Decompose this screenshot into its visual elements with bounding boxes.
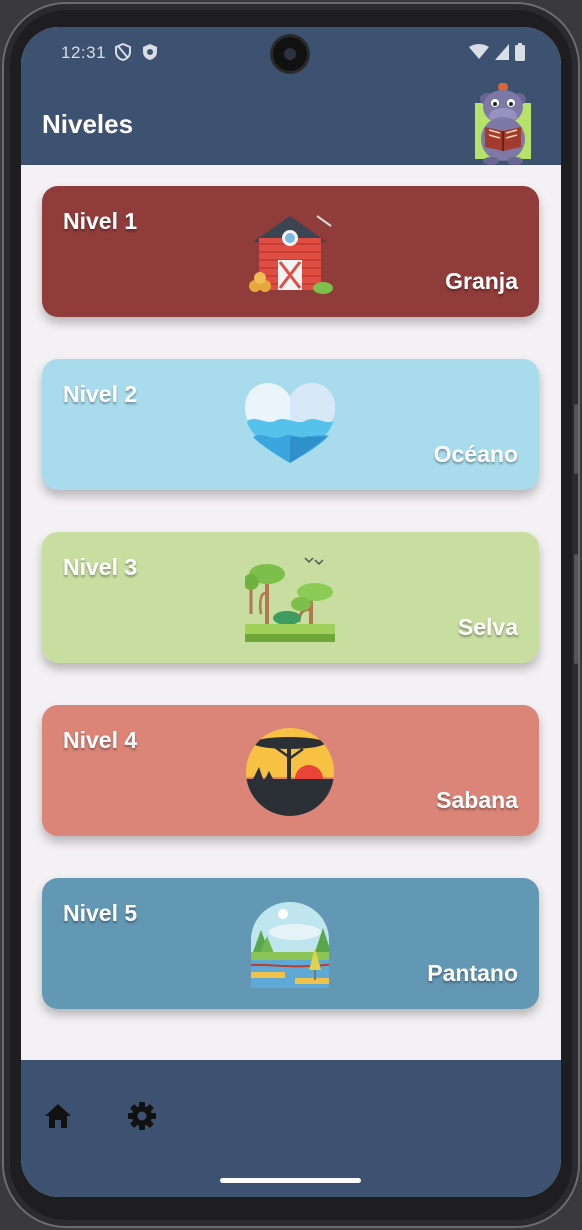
levels-list: Nivel 1 Granja Nivel 2 Océano Nivel 3 Se… xyxy=(21,165,561,1060)
swamp-landscape-icon xyxy=(251,902,329,988)
level-number: Nivel 5 xyxy=(63,900,138,926)
level-name: Sabana xyxy=(436,787,518,813)
ocean-heart-icon xyxy=(245,383,335,463)
level-card-1[interactable]: Nivel 1 Granja xyxy=(42,186,539,317)
level-name: Pantano xyxy=(427,960,518,986)
power-button xyxy=(574,554,578,664)
shield-outline-icon xyxy=(115,43,131,61)
level-number: Nivel 2 xyxy=(63,381,138,407)
barn-icon xyxy=(249,215,333,294)
jungle-trees-icon xyxy=(245,557,335,642)
volume-button xyxy=(574,404,578,474)
level-name: Granja xyxy=(445,268,518,294)
level-name: Océano xyxy=(433,441,518,467)
level-card-2[interactable]: Nivel 2 Océano xyxy=(42,359,539,490)
shield-check-icon xyxy=(143,44,157,60)
level-name: Selva xyxy=(457,614,518,640)
app-bar: Niveles xyxy=(21,83,561,165)
home-icon[interactable] xyxy=(43,1102,73,1130)
front-camera xyxy=(273,37,307,71)
settings-gear-icon[interactable] xyxy=(127,1101,157,1131)
battery-icon xyxy=(515,43,525,61)
status-time: 12:31 xyxy=(61,43,107,62)
hippo-reading-book-icon[interactable] xyxy=(473,83,533,165)
bottom-navigation xyxy=(21,1060,561,1197)
savanna-sunset-icon xyxy=(246,728,334,816)
home-indicator[interactable] xyxy=(220,1178,361,1183)
level-number: Nivel 4 xyxy=(63,727,138,753)
wifi-icon xyxy=(469,44,489,59)
page-title: Niveles xyxy=(42,109,134,139)
screen: 12:31 Niveles Nivel 1 Granja Nivel 2 Océ… xyxy=(21,27,561,1197)
level-number: Nivel 3 xyxy=(63,554,138,580)
level-card-5[interactable]: Nivel 5 Pantano xyxy=(42,878,539,1009)
level-card-4[interactable]: Nivel 4 Sabana xyxy=(42,705,539,836)
signal-icon xyxy=(495,44,509,60)
status-icons-right xyxy=(469,43,525,61)
level-card-3[interactable]: Nivel 3 Selva xyxy=(42,532,539,663)
level-number: Nivel 1 xyxy=(63,208,138,234)
status-bar: 12:31 xyxy=(21,27,561,83)
